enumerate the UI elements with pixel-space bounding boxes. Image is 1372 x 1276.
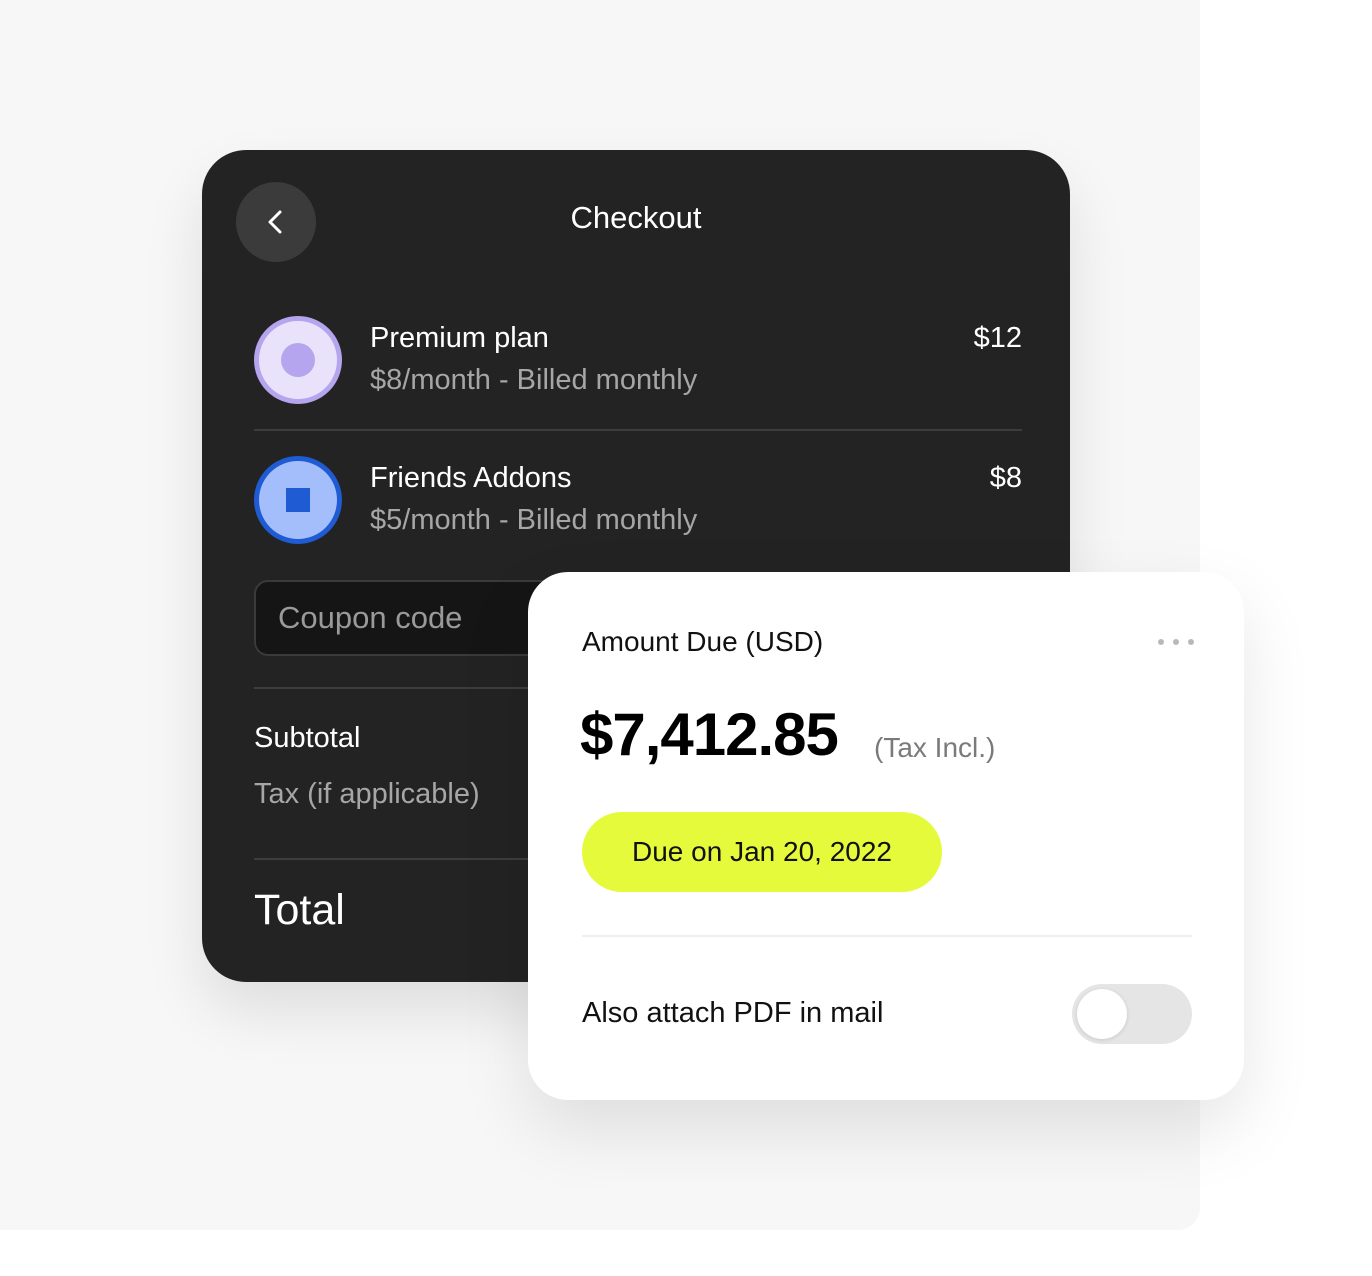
- amount-due-card: Amount Due (USD) $7,412.85 (Tax Incl.) D…: [528, 572, 1244, 1100]
- item-description: $8/month - Billed monthly: [370, 364, 698, 396]
- more-options-button[interactable]: [1158, 634, 1194, 650]
- tax-label: Tax (if applicable): [254, 778, 480, 810]
- item-price: $8: [989, 462, 1022, 494]
- amount-due-value: $7,412.85: [580, 701, 839, 768]
- square-in-circle-icon: [254, 456, 342, 544]
- line-item-friends-addons[interactable]: Friends Addons $5/month - Billed monthly…: [254, 456, 1022, 546]
- item-name: Premium plan: [370, 322, 549, 354]
- item-name: Friends Addons: [370, 462, 572, 494]
- divider: [582, 935, 1192, 937]
- subtotal-label: Subtotal: [254, 722, 361, 754]
- divider: [254, 429, 1022, 431]
- attach-pdf-label: Also attach PDF in mail: [582, 997, 884, 1029]
- tax-included-note: (Tax Incl.): [874, 732, 996, 763]
- item-price: $12: [973, 322, 1022, 354]
- due-date-badge: Due on Jan 20, 2022: [582, 812, 942, 892]
- radio-circle-icon: [254, 316, 342, 404]
- amount-due-label: Amount Due (USD): [582, 626, 824, 657]
- more-horizontal-icon: [1158, 639, 1164, 645]
- line-item-premium-plan[interactable]: Premium plan $8/month - Billed monthly $…: [254, 316, 1022, 406]
- attach-pdf-toggle[interactable]: [1072, 984, 1192, 1044]
- total-label: Total: [254, 886, 345, 934]
- stage: Checkout Premium plan $8/month - Billed …: [0, 0, 1372, 1276]
- item-description: $5/month - Billed monthly: [370, 504, 698, 536]
- toggle-knob: [1077, 989, 1127, 1039]
- page-title: Checkout: [570, 200, 702, 235]
